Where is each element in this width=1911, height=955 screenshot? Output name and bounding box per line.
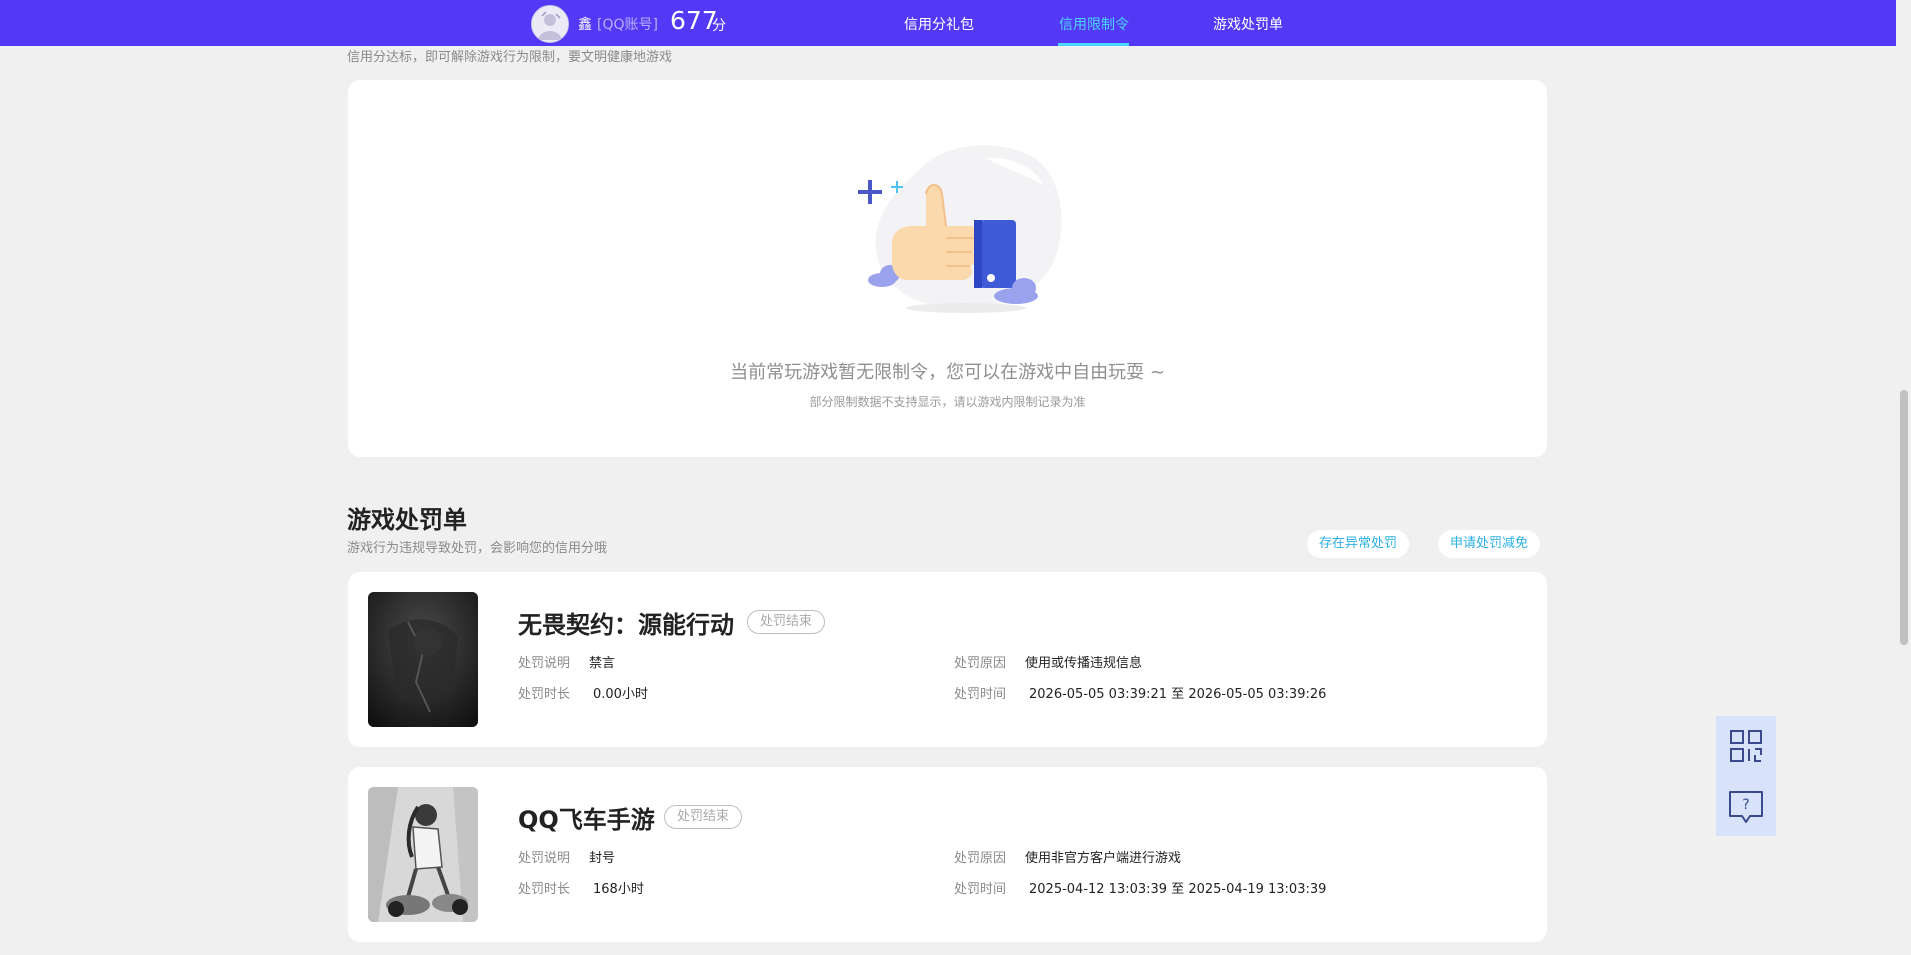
penalty-section-title: 游戏处罚单	[347, 506, 467, 534]
game-cover-image	[368, 592, 478, 727]
page-scrollbar-thumb[interactable]	[1900, 390, 1908, 645]
restriction-empty-card: 当前常玩游戏暂无限制令，您可以在游戏中自由玩耍 ~ 部分限制数据不支持显示，请以…	[348, 80, 1547, 457]
qr-code-button[interactable]	[1716, 716, 1776, 776]
apply-penalty-reduction-button[interactable]: 申请处罚减免	[1438, 530, 1541, 558]
empty-state-subtitle: 部分限制数据不支持显示，请以游戏内限制记录为准	[809, 395, 1086, 409]
penalty-reason-value: 使用或传播违规信息	[1025, 656, 1143, 671]
floating-tool-panel: ?	[1716, 716, 1776, 836]
game-title: QQ飞车手游	[518, 806, 655, 834]
penalty-desc-value: 禁言	[589, 656, 616, 671]
nav-credit-gift[interactable]: 信用分礼包	[904, 14, 974, 34]
penalty-status-badge: 处罚结束	[747, 610, 826, 634]
user-name: 鑫	[578, 17, 592, 33]
help-chat-icon: ?	[1729, 791, 1763, 823]
avatar-image	[532, 6, 568, 42]
penalty-reason-label: 处罚原因	[954, 851, 1007, 866]
penalty-time-value: 2026-05-05 03:39:21 至 2026-05-05 03:39:2…	[1029, 687, 1327, 702]
penalty-duration-label: 处罚时长	[518, 882, 571, 897]
help-feedback-button[interactable]: ?	[1716, 776, 1776, 836]
game-cover-image	[368, 787, 478, 922]
penalty-time-label: 处罚时间	[954, 882, 1007, 897]
penalty-duration-value: 168小时	[593, 882, 644, 897]
penalty-time-label: 处罚时间	[954, 687, 1007, 702]
thumbs-up-icon	[858, 145, 1062, 313]
penalty-duration-value: 0.00小时	[593, 687, 648, 702]
account-type-tag: [QQ账号]	[597, 17, 658, 33]
penalty-duration-label: 处罚时长	[518, 687, 571, 702]
nav-game-penalty[interactable]: 游戏处罚单	[1213, 14, 1283, 34]
credit-score: 677	[670, 6, 718, 35]
nav-credit-restriction[interactable]: 信用限制令	[1059, 14, 1129, 34]
penalty-reason-label: 处罚原因	[954, 656, 1007, 671]
game-title: 无畏契约：源能行动	[518, 611, 734, 639]
penalty-desc-label: 处罚说明	[518, 656, 571, 671]
empty-state-title: 当前常玩游戏暂无限制令，您可以在游戏中自由玩耍 ~	[730, 362, 1165, 383]
penalty-time-value: 2025-04-12 13:03:39 至 2025-04-19 13:03:3…	[1029, 882, 1327, 897]
abnormal-penalty-button[interactable]: 存在异常处罚	[1307, 530, 1410, 558]
penalty-card[interactable]: 无畏契约：源能行动 处罚结束 处罚说明 禁言 处罚时长 0.00小时 处罚原因 …	[348, 572, 1547, 747]
penalty-status-badge: 处罚结束	[664, 805, 743, 829]
restriction-section-desc: 信用分达标，即可解除游戏行为限制，要文明健康地游戏	[347, 50, 673, 65]
penalty-desc-label: 处罚说明	[518, 851, 571, 866]
penalty-desc-value: 封号	[589, 851, 616, 866]
nav-active-indicator	[1058, 43, 1129, 46]
top-nav-bar: 鑫 [QQ账号] 677 分 信用分礼包 信用限制令 游戏处罚单	[0, 0, 1896, 46]
svg-text:?: ?	[1742, 797, 1749, 813]
penalty-section-desc: 游戏行为违规导致处罚，会影响您的信用分哦	[347, 541, 608, 556]
penalty-reason-value: 使用非官方客户端进行游戏	[1025, 851, 1182, 866]
penalty-card[interactable]: QQ飞车手游 处罚结束 处罚说明 封号 处罚时长 168小时 处罚原因 使用非官…	[348, 767, 1547, 942]
qr-code-icon	[1730, 730, 1762, 762]
avatar[interactable]	[531, 5, 569, 43]
credit-score-unit: 分	[712, 18, 726, 34]
